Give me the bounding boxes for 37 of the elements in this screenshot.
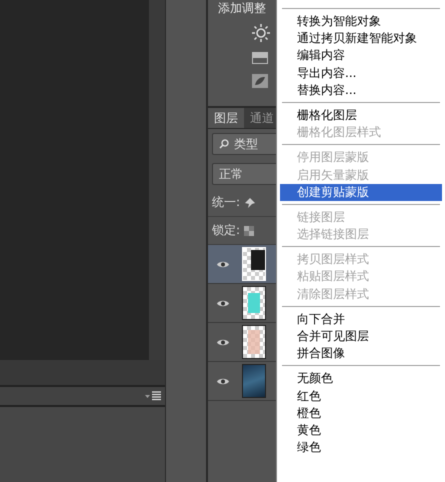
menu-item[interactable]: 绿色 bbox=[280, 439, 442, 456]
menu-item[interactable]: 红色 bbox=[280, 388, 442, 405]
menu-item[interactable]: 无颜色 bbox=[280, 370, 442, 388]
brightness-icon[interactable] bbox=[252, 24, 270, 42]
menu-item[interactable]: 通过拷贝新建智能对象 bbox=[280, 30, 442, 48]
visibility-icon[interactable] bbox=[216, 298, 230, 308]
search-icon bbox=[219, 139, 229, 149]
visibility-icon[interactable] bbox=[216, 376, 230, 386]
menu-item[interactable]: 导出内容... bbox=[280, 64, 442, 82]
menu-item[interactable]: 替换内容... bbox=[280, 82, 442, 99]
menu-item[interactable]: 橙色 bbox=[280, 404, 442, 422]
unify-label: 统一: bbox=[212, 194, 240, 211]
scrollbar[interactable] bbox=[0, 360, 165, 387]
menu-item[interactable]: 栅格化图层 bbox=[280, 106, 442, 124]
menu-item[interactable]: 合并可见图层 bbox=[280, 328, 442, 346]
visibility-icon[interactable] bbox=[216, 260, 230, 268]
lock-label: 锁定: bbox=[212, 222, 240, 239]
layer-thumbnail bbox=[242, 325, 266, 359]
checker-icon[interactable] bbox=[244, 226, 254, 236]
menu-item[interactable]: 编辑内容 bbox=[280, 47, 442, 65]
scrollbar[interactable] bbox=[149, 0, 165, 360]
selective-color-icon[interactable] bbox=[252, 74, 268, 88]
layer-thumbnail bbox=[242, 286, 266, 320]
panel-menu-icon[interactable] bbox=[145, 391, 161, 401]
pin-icon[interactable] bbox=[244, 196, 256, 208]
panel-tab[interactable]: 图层 bbox=[208, 108, 244, 128]
menu-item[interactable]: 转换为智能对象 bbox=[280, 13, 442, 30]
menu-item[interactable]: 创建剪贴蒙版 bbox=[280, 184, 442, 201]
menu-item[interactable]: 向下合并 bbox=[280, 310, 442, 328]
layer-thumbnail bbox=[242, 247, 266, 281]
menu-item[interactable]: 黄色 bbox=[280, 422, 442, 440]
menu-item[interactable]: 拼合图像 bbox=[280, 345, 442, 362]
layer-thumbnail bbox=[242, 364, 266, 398]
visibility-icon[interactable] bbox=[216, 338, 230, 346]
panel-title: 添加调整 bbox=[218, 0, 267, 16]
filter-label: 类型 bbox=[234, 136, 258, 152]
gradient-map-icon[interactable] bbox=[252, 52, 268, 64]
